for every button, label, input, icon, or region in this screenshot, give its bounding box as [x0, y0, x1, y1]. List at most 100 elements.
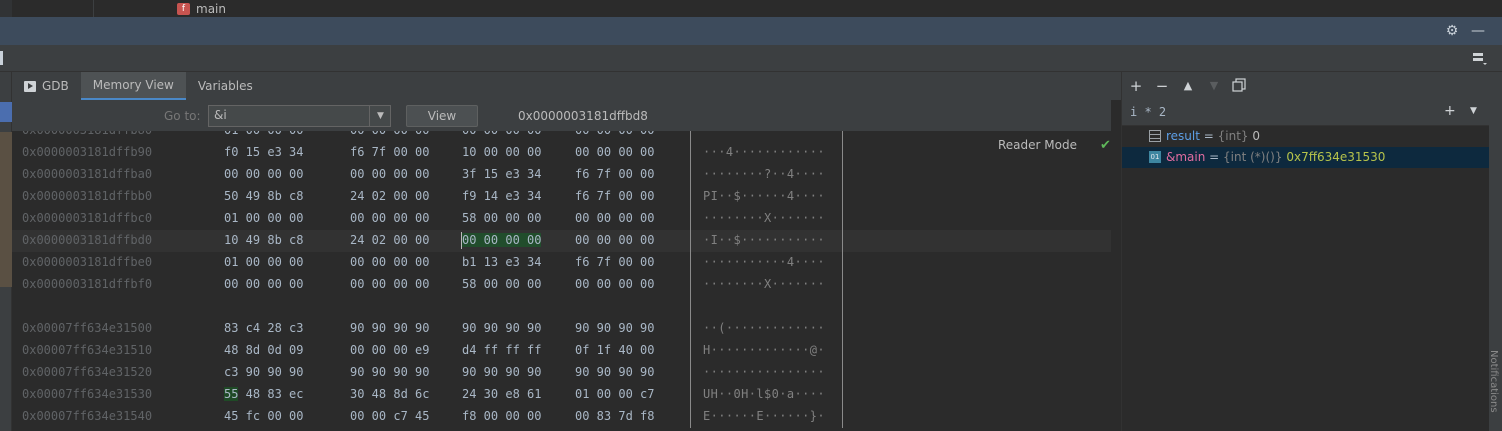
memory-byte-group[interactable]: d4 ff ff ff — [462, 343, 541, 357]
minimize-icon[interactable]: — — [1470, 23, 1486, 39]
memory-byte-group[interactable]: c3 90 90 90 — [224, 365, 303, 379]
column-separator — [690, 131, 691, 142]
history-dropdown-icon[interactable]: ▼ — [1470, 106, 1477, 116]
memory-byte-group[interactable]: 90 90 90 90 — [462, 365, 541, 379]
memory-byte-group[interactable]: 00 00 00 00 — [350, 167, 429, 181]
memory-row[interactable]: 0x0000003181dffbc0 01 00 00 00 00 00 00 00… — [12, 208, 1111, 230]
memory-byte-group[interactable]: 01 00 00 00 — [224, 255, 303, 269]
column-separator — [690, 318, 691, 340]
memory-byte-group[interactable]: 00 00 00 00 — [575, 211, 654, 225]
memory-row[interactable]: 0x00007ff634e31510 48 8d 0d 09 00 00 00 e9… — [12, 340, 1111, 362]
tab-gdb-label: GDB — [42, 79, 69, 93]
memory-byte-group[interactable]: 00 00 00 00 — [575, 131, 654, 137]
memory-row[interactable]: 0x0000003181dffba0 00 00 00 00 00 00 00 00… — [12, 164, 1111, 186]
memory-byte-group[interactable]: f6 7f 00 00 — [575, 255, 654, 269]
memory-byte-group[interactable]: 50 49 8b c8 — [224, 189, 303, 203]
memory-byte-group[interactable]: 00 83 7d f8 — [575, 409, 654, 423]
memory-byte-group[interactable]: 00 00 c7 45 — [350, 409, 429, 423]
remove-icon[interactable]: − — [1154, 76, 1170, 96]
memory-byte-group[interactable]: 00 00 00 00 — [575, 277, 654, 291]
memory-byte-group[interactable]: 00 00 00 00 — [462, 233, 542, 247]
memory-byte-group[interactable]: 01 00 00 c7 — [575, 387, 654, 401]
goto-address-input[interactable]: &i — [208, 105, 391, 127]
memory-byte-group[interactable]: f6 7f 00 00 — [575, 189, 654, 203]
layout-settings-icon[interactable] — [1472, 52, 1488, 66]
notifications-tab[interactable]: Notifications — [1488, 350, 1499, 413]
memory-byte-group[interactable]: 90 90 90 90 — [350, 321, 429, 335]
memory-byte-group[interactable]: f0 15 e3 34 — [224, 145, 303, 159]
memory-byte-group[interactable]: 90 90 90 90 — [575, 365, 654, 379]
gear-icon[interactable]: ⚙ — [1444, 23, 1460, 39]
copy-icon[interactable] — [1232, 78, 1248, 92]
memory-row[interactable]: 0x00007ff634e31530 55 48 83 ec 30 48 8d 6c… — [12, 384, 1111, 406]
memory-byte-group[interactable]: 90 90 90 90 — [575, 321, 654, 335]
memory-byte-group[interactable]: 48 8d 0d 09 — [224, 343, 303, 357]
reader-mode-toggle[interactable]: Reader Mode — [998, 138, 1077, 152]
memory-row[interactable]: 0x0000003181dffb90 f0 15 e3 34 f6 7f 00 00… — [12, 142, 1111, 164]
tab-gdb[interactable]: GDB — [12, 72, 81, 100]
memory-byte-group[interactable]: 58 00 00 00 — [462, 211, 541, 225]
gutter-selection[interactable] — [0, 102, 12, 122]
memory-byte-group[interactable]: 24 02 00 00 — [350, 189, 429, 203]
column-separator — [842, 274, 843, 296]
view-button[interactable]: View — [406, 105, 478, 127]
memory-byte-group[interactable]: 90 90 90 90 — [350, 365, 429, 379]
memory-byte-group[interactable]: 55 48 83 ec — [224, 387, 303, 401]
memory-byte-group[interactable]: 00 00 00 00 — [462, 131, 541, 137]
memory-row[interactable]: 0x00007ff634e31540 45 fc 00 00 00 00 c7 45… — [12, 406, 1111, 428]
variable-row-main[interactable]: 01 &main = {int (*)()} 0x7ff634e31530 — [1122, 147, 1489, 168]
memory-byte-group[interactable]: 00 00 00 e9 — [350, 343, 429, 357]
memory-byte-group[interactable]: 00 00 00 00 — [350, 211, 429, 225]
memory-byte-group[interactable]: 3f 15 e3 34 — [462, 167, 541, 181]
memory-byte-group[interactable]: 90 90 90 90 — [462, 321, 541, 335]
memory-row[interactable]: 0x00007ff634e31520 c3 90 90 90 90 90 90 90… — [12, 362, 1111, 384]
memory-highlighted-byte[interactable]: 55 — [224, 387, 239, 401]
move-down-icon[interactable]: ▼ — [1206, 76, 1222, 96]
memory-byte-group[interactable]: f6 7f 00 00 — [350, 145, 429, 159]
tab-variables[interactable]: Variables — [186, 72, 265, 100]
memory-byte-group[interactable]: 00 00 00 00 — [224, 167, 303, 181]
move-up-icon[interactable]: ▲ — [1180, 76, 1196, 96]
column-separator — [842, 362, 843, 384]
add-icon[interactable]: + — [1128, 76, 1144, 96]
memory-address: 0x0000003181dffbf0 — [22, 277, 153, 291]
memory-byte-group[interactable]: 10 00 00 00 — [462, 145, 541, 159]
tab-memory-view[interactable]: Memory View — [80, 72, 186, 100]
memory-row[interactable]: 0x00007ff634e31500 83 c4 28 c3 90 90 90 90… — [12, 318, 1111, 340]
memory-byte-group[interactable]: 24 30 e8 61 — [462, 387, 541, 401]
variables-list: result = {int} 0 01 &main = {int (*)()} … — [1122, 126, 1489, 431]
memory-row[interactable]: 0x0000003181dffbe0 01 00 00 00 00 00 00 00… — [12, 252, 1111, 274]
memory-byte-group[interactable]: f6 7f 00 00 — [575, 167, 654, 181]
memory-byte-group[interactable]: f8 00 00 00 — [462, 409, 541, 423]
memory-byte-group[interactable]: 00 00 00 00 — [575, 233, 654, 247]
expression-field[interactable]: i * 2 + ▼ — [1122, 100, 1489, 126]
memory-byte-group[interactable]: 01 00 00 00 — [224, 211, 303, 225]
memory-byte-group[interactable]: 58 00 00 00 — [462, 277, 541, 291]
memory-byte-group[interactable]: 00 00 00 00 — [224, 277, 303, 291]
memory-byte-group[interactable]: 01 00 00 00 — [224, 131, 303, 137]
frame-item-main[interactable]: f main — [177, 0, 226, 17]
memory-byte-group[interactable]: 83 c4 28 c3 — [224, 321, 303, 335]
memory-byte-group[interactable]: 45 fc 00 00 — [224, 409, 303, 423]
memory-row[interactable]: 0x0000003181dffb80 01 00 00 00 00 00 00 00… — [12, 131, 1111, 142]
memory-row[interactable]: 0x0000003181dffbb0 50 49 8b c8 24 02 00 00… — [12, 186, 1111, 208]
memory-byte-group[interactable]: b1 13 e3 34 — [462, 255, 541, 269]
memory-byte-group[interactable]: 00 00 00 00 — [350, 277, 429, 291]
chevron-down-icon[interactable]: ▼ — [369, 105, 391, 127]
column-separator — [690, 274, 691, 296]
watches-panel: + − ▲ ▼ i * 2 + ▼ result = {int} 0 01 &m… — [1121, 72, 1502, 431]
memory-row[interactable]: 0x0000003181dffbf0 00 00 00 00 00 00 00 00… — [12, 274, 1111, 296]
memory-address: 0x0000003181dffbc0 — [22, 211, 153, 225]
memory-grid[interactable]: 0x0000003181dffb80 01 00 00 00 00 00 00 00… — [12, 131, 1111, 431]
memory-byte-group[interactable]: 24 02 00 00 — [350, 233, 429, 247]
memory-byte-group[interactable]: 00 00 00 00 — [350, 255, 429, 269]
memory-byte-group[interactable]: 0f 1f 40 00 — [575, 343, 654, 357]
memory-byte-group[interactable]: 30 48 8d 6c — [350, 387, 429, 401]
memory-byte-group[interactable]: 00 00 00 00 — [350, 131, 429, 137]
memory-byte-group[interactable]: 10 49 8b c8 — [224, 233, 303, 247]
memory-byte-group[interactable]: 00 00 00 00 — [575, 145, 654, 159]
variable-row-result[interactable]: result = {int} 0 — [1122, 126, 1489, 147]
add-watch-icon[interactable]: + — [1444, 103, 1456, 119]
memory-byte-group[interactable]: f9 14 e3 34 — [462, 189, 541, 203]
memory-row[interactable]: 0x0000003181dffbd0 10 49 8b c8 24 02 00 00… — [12, 230, 1111, 252]
